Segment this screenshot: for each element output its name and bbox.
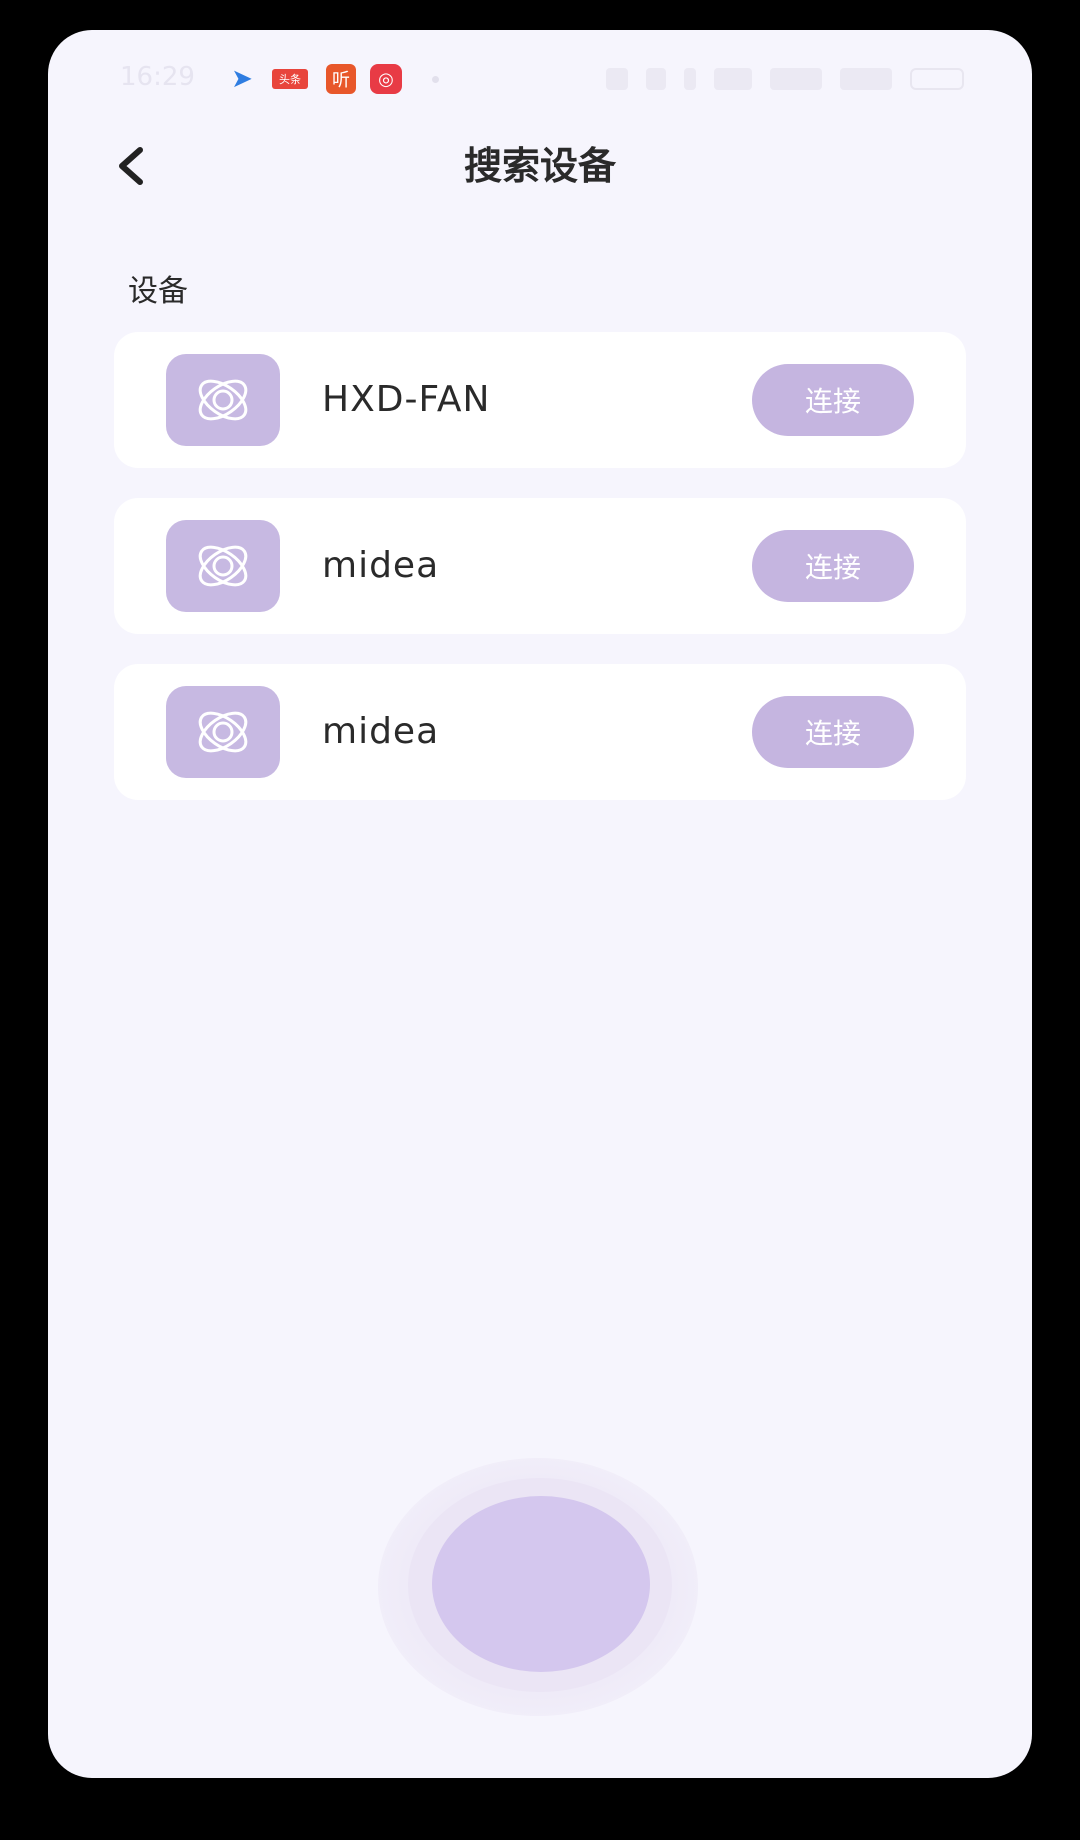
device-list-item: HXD-FAN 连接 [114,332,966,468]
battery-icon [910,68,964,90]
network-speed-icon [714,68,752,90]
vibrate-icon [646,68,666,90]
signal-2-icon [840,68,892,90]
status-indicators [606,66,964,92]
app-screen: 16:29 ➤ 头条 听 ◎ 搜索设备 设备 HXD-FAN 连接 midea … [48,30,1032,1778]
connect-button[interactable]: 连接 [752,364,914,436]
listen-app-icon: 听 [326,64,356,94]
notification-dot-icon [432,76,439,83]
page-title: 搜索设备 [463,144,616,188]
connect-button[interactable]: 连接 [752,696,914,768]
knot-logo-icon [198,379,248,421]
red-app-icon: ◎ [370,64,402,94]
device-list-item: midea 连接 [114,498,966,634]
connect-button[interactable]: 连接 [752,530,914,602]
device-name: midea [322,711,440,752]
knot-logo-icon [198,711,248,753]
status-time: 16:29 [120,62,195,92]
knot-logo-icon [198,545,248,587]
device-logo-icon [166,686,280,778]
signal-icon [770,68,822,90]
device-name: midea [322,545,440,586]
device-logo-icon [166,520,280,612]
device-logo-icon [166,354,280,446]
bluetooth-icon [684,68,696,90]
section-label: 设备 [128,274,188,309]
device-name: HXD-FAN [322,379,491,420]
news-app-icon: 头条 [272,69,308,89]
search-button[interactable] [432,1496,650,1672]
status-bar: 16:29 ➤ 头条 听 ◎ [48,30,1032,122]
alarm-icon [606,68,628,90]
play-icon: ➤ [231,64,253,94]
device-list-item: midea 连接 [114,664,966,800]
